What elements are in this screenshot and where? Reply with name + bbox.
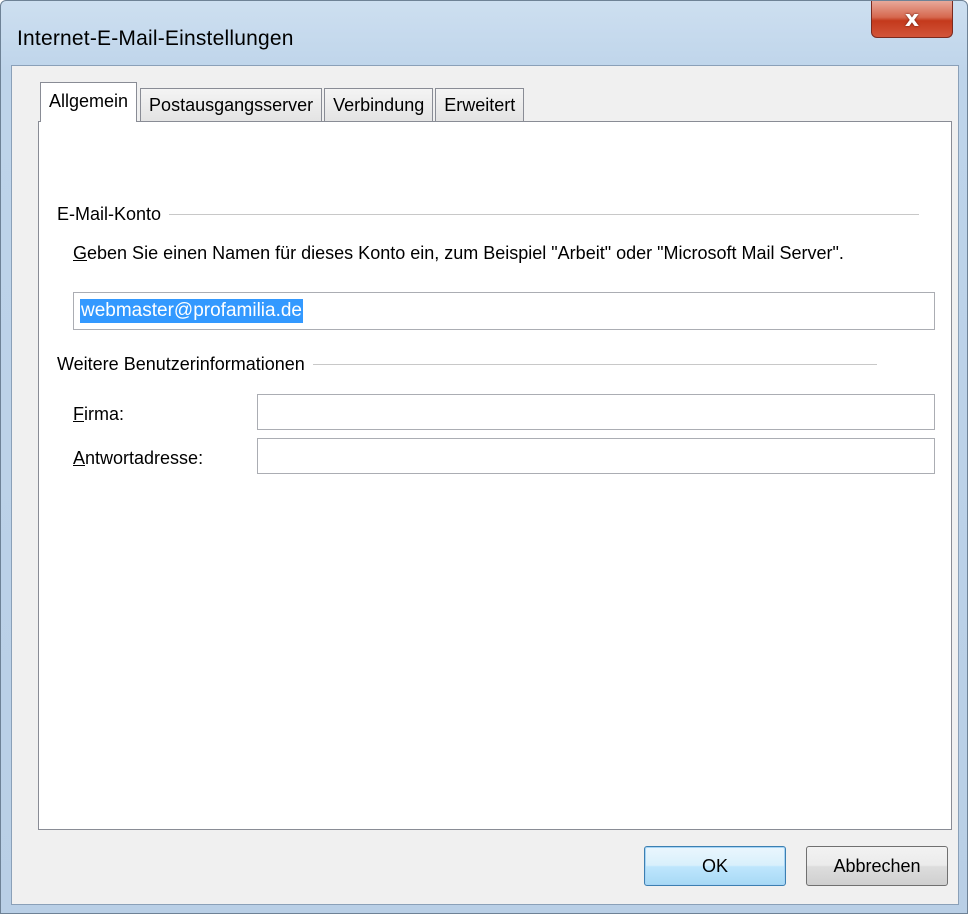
cancel-button[interactable]: Abbrechen (806, 846, 948, 886)
group-email-account-heading: E-Mail-Konto (57, 204, 162, 224)
company-label: Firma: (73, 404, 124, 425)
account-name-value: webmaster@profamilia.de (80, 299, 303, 323)
mnemonic-g: G (73, 243, 88, 263)
reply-address-label: Antwortadresse: (73, 448, 203, 469)
tab-allgemein[interactable]: Allgemein (40, 82, 138, 122)
account-name-input[interactable]: webmaster@profamilia.de (73, 292, 935, 330)
close-button[interactable]: x (871, 1, 953, 38)
reply-address-input[interactable] (257, 438, 935, 474)
reply-address-label-text: ntwortadresse: (85, 448, 204, 468)
dialog-client-area: Allgemein Postausgangsserver Verbindung … (11, 65, 959, 905)
account-description: Geben Sie einen Namen für dieses Konto e… (73, 242, 933, 264)
mnemonic-f: F (73, 404, 84, 424)
tab-erweitert[interactable]: Erweitert (435, 88, 525, 122)
group-divider (169, 214, 920, 215)
group-divider (312, 364, 877, 365)
company-input[interactable] (257, 394, 935, 430)
ok-button[interactable]: OK (644, 846, 786, 886)
mnemonic-a: A (73, 448, 86, 468)
tab-verbindung[interactable]: Verbindung (324, 88, 434, 122)
dialog-window: Internet-E-Mail-Einstellungen x Allgemei… (0, 0, 968, 914)
tab-strip: Allgemein Postausgangsserver Verbindung … (40, 82, 526, 122)
account-description-text: eben Sie einen Namen für dieses Konto ei… (87, 243, 844, 263)
close-icon: x (904, 6, 920, 32)
group-user-info: Weitere Benutzerinformationen (57, 354, 877, 375)
group-email-account: E-Mail-Konto (57, 204, 920, 225)
group-user-info-heading: Weitere Benutzerinformationen (57, 354, 305, 374)
tab-panel-allgemein: E-Mail-Konto Geben Sie einen Namen für d… (38, 121, 952, 830)
tab-postausgangsserver[interactable]: Postausgangsserver (140, 88, 323, 122)
window-title: Internet-E-Mail-Einstellungen (17, 27, 294, 50)
company-label-text: irma: (84, 404, 124, 424)
